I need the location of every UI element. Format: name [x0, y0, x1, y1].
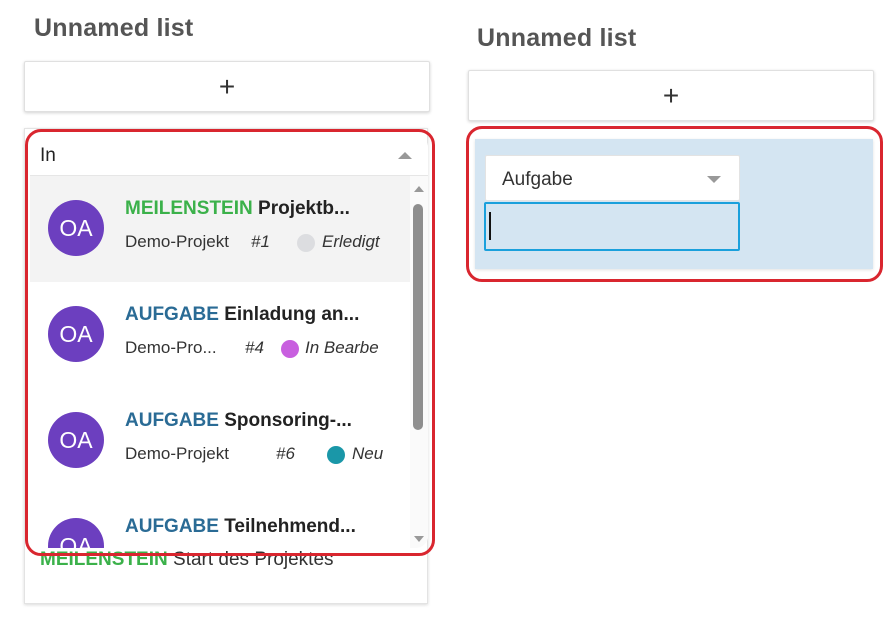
status-dot-icon [297, 234, 315, 252]
status-label: Neu [352, 444, 384, 463]
option-item[interactable]: OA MEILENSTEIN Projektb... Demo-Projekt … [30, 176, 410, 282]
avatar: OA [48, 412, 104, 468]
project-name: Demo-Projekt [125, 444, 229, 463]
option-item[interactable]: OA AUFGABE Sponsoring-... Demo-Projekt #… [30, 388, 410, 494]
combobox-input[interactable]: In [30, 134, 428, 176]
combobox-options-list: OA MEILENSTEIN Projektb... Demo-Projekt … [30, 176, 410, 548]
avatar: OA [48, 200, 104, 256]
option-title: AUFGABE Sponsoring-... [125, 410, 352, 432]
project-name: Demo-Projekt [125, 232, 229, 251]
card-title-input[interactable] [484, 202, 740, 251]
item-number: #4 [245, 338, 264, 357]
item-number: #1 [251, 232, 270, 251]
scroll-up-arrow-icon[interactable] [414, 186, 424, 192]
status-dot-icon [327, 446, 345, 464]
plus-icon: + [662, 79, 680, 111]
card-kind-label: MEILENSTEIN [40, 549, 168, 570]
status-label: Erledigt [322, 232, 380, 251]
collapse-caret-icon[interactable] [398, 152, 412, 159]
status-label: In Bearbe [305, 338, 379, 357]
project-name: Demo-Pro... [125, 338, 217, 357]
add-card-button[interactable]: + [468, 70, 874, 121]
scrollbar-thumb[interactable] [413, 204, 423, 430]
list-title: Unnamed list [34, 14, 194, 42]
avatar: OA [48, 306, 104, 362]
option-meta: Demo-Pro... #4 In Bearbe [125, 338, 410, 362]
option-meta: Demo-Projekt #6 Neu [125, 444, 410, 468]
item-number: #6 [276, 444, 295, 463]
card-search-combobox[interactable]: In OA MEILENSTEIN Projektb... Demo-Proje… [30, 134, 428, 548]
kind-label: AUFGABE [125, 516, 219, 537]
card-type-select-value: Aufgabe [502, 169, 573, 190]
list-title: Unnamed list [477, 24, 637, 52]
option-title-text: Teilnehmend... [224, 516, 356, 537]
kind-label: AUFGABE [125, 304, 219, 325]
status-dot-icon [281, 340, 299, 358]
text-cursor [489, 212, 491, 240]
options-scrollbar[interactable] [410, 176, 428, 548]
kind-label: MEILENSTEIN [125, 198, 253, 219]
option-item[interactable]: OA AUFGABE Teilnehmend... [30, 494, 410, 548]
scroll-down-arrow-icon[interactable] [414, 536, 424, 542]
option-title-text: Einladung an... [224, 304, 360, 325]
card-title-text: Start des Projektes [173, 549, 334, 570]
add-card-button[interactable]: + [24, 61, 430, 112]
card-type-select[interactable]: Aufgabe [485, 155, 740, 201]
option-title-text: Sponsoring-... [224, 410, 352, 431]
option-title: AUFGABE Teilnehmend... [125, 516, 356, 538]
option-title: AUFGABE Einladung an... [125, 304, 359, 326]
option-item[interactable]: OA AUFGABE Einladung an... Demo-Pro... #… [30, 282, 410, 388]
plus-icon: + [218, 70, 236, 102]
avatar: OA [48, 518, 104, 548]
combobox-input-value[interactable]: In [40, 145, 56, 167]
option-meta: Demo-Projekt #1 Erledigt [125, 232, 410, 256]
new-card-form: Aufgabe [475, 139, 873, 269]
option-title-text: Projektb... [258, 198, 350, 219]
kind-label: AUFGABE [125, 410, 219, 431]
card-title: MEILENSTEIN Start des Projektes [40, 549, 334, 571]
chevron-down-icon [707, 176, 721, 183]
option-title: MEILENSTEIN Projektb... [125, 198, 350, 220]
